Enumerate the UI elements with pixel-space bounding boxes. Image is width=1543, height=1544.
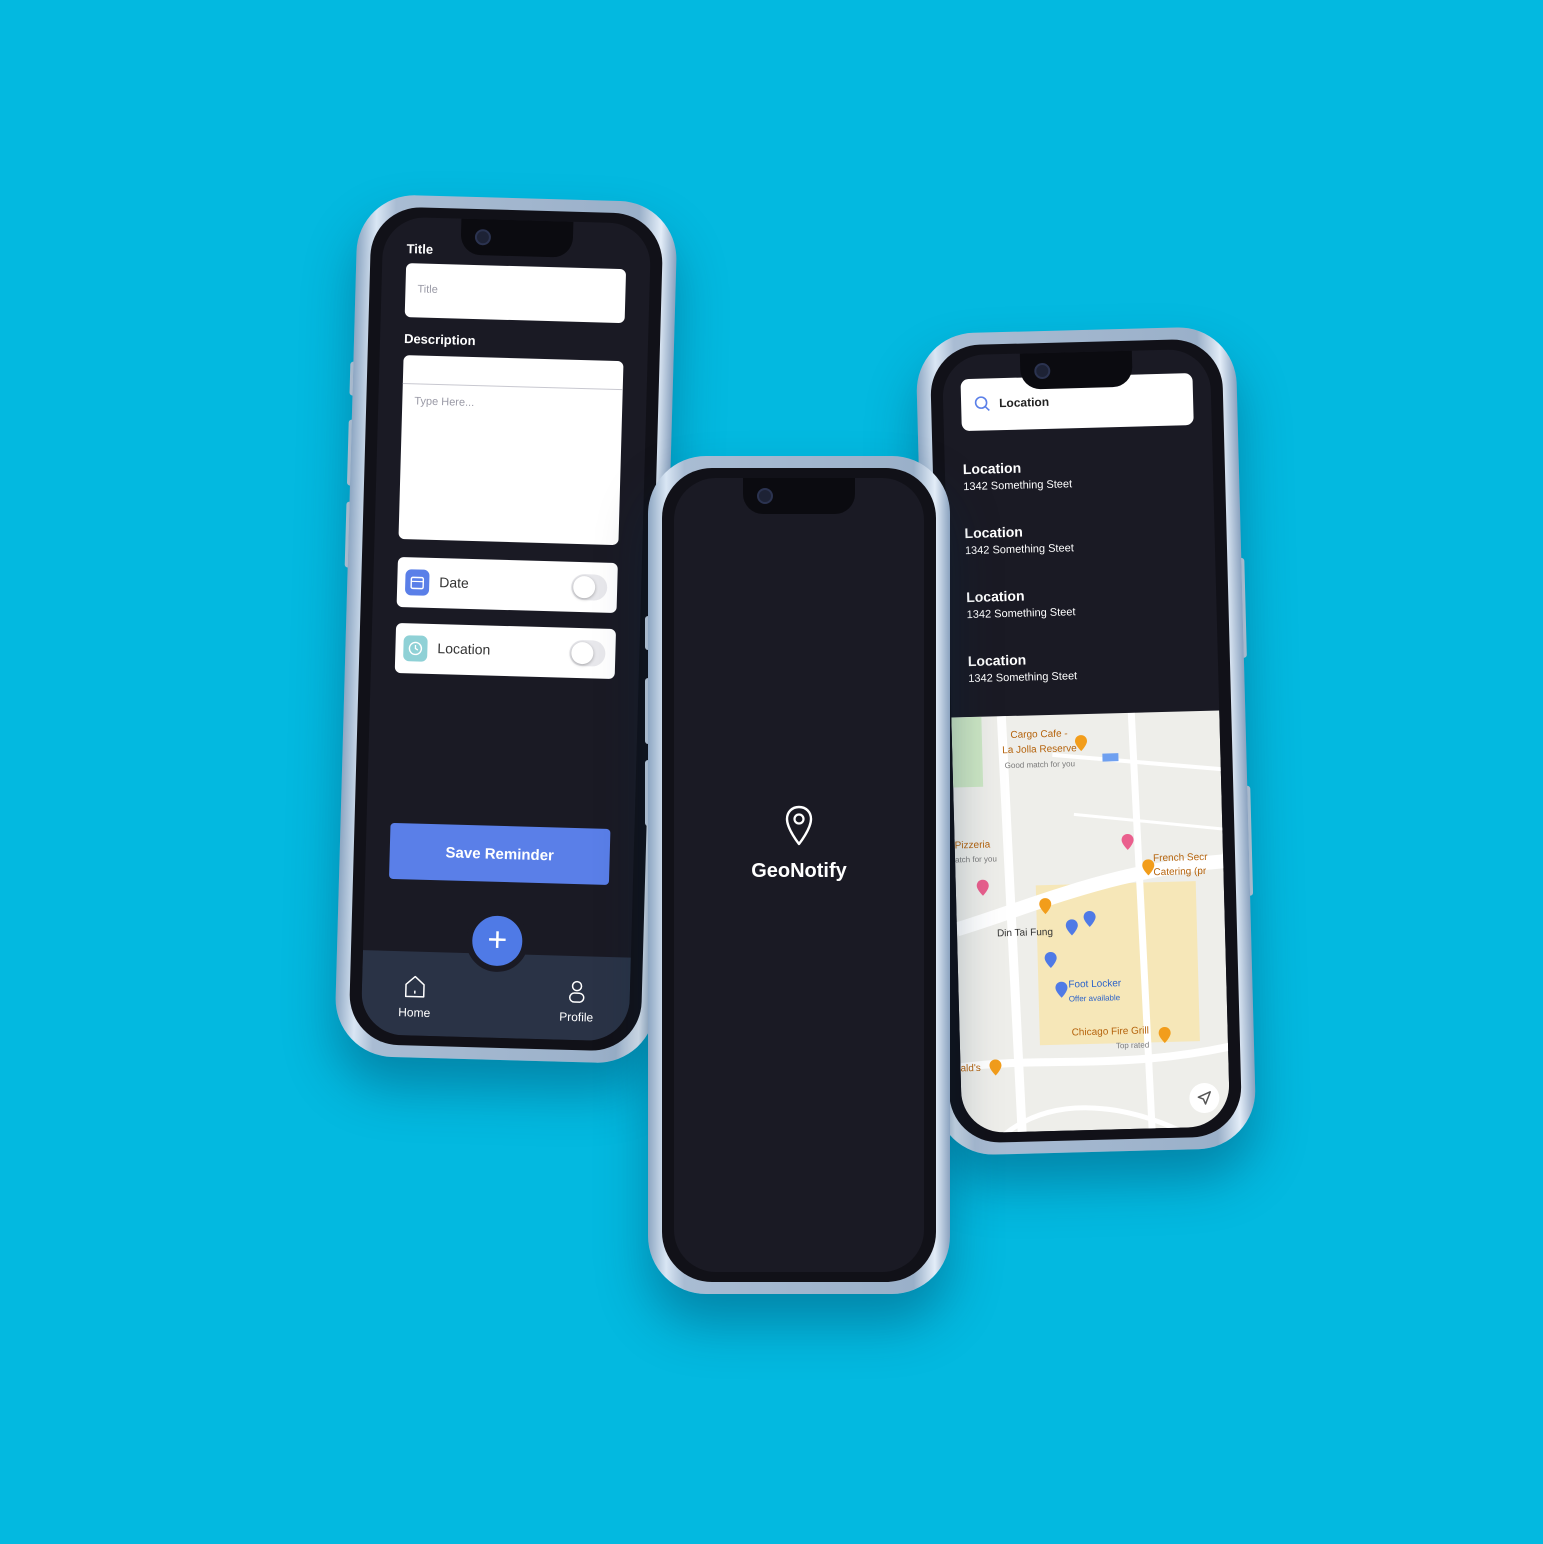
map-place-name: French Secr [1152, 851, 1208, 865]
map-marker-icon [989, 1059, 1002, 1076]
phone-splash: GeoNotify [645, 456, 950, 1294]
location-toggle-label: Location [437, 640, 491, 658]
map-place-name: Cargo Cafe - [1010, 728, 1068, 741]
switch-knob [571, 641, 594, 665]
clock-icon [403, 635, 428, 662]
phone-location-search: Location Location 1342 Something Steet L… [915, 325, 1257, 1157]
map-place-sub: Catering (pr [1153, 865, 1207, 879]
description-label: Description [403, 331, 476, 349]
map-place-label: Din Tai Fung [997, 927, 1053, 939]
save-reminder-button[interactable]: Save Reminder [388, 822, 611, 885]
map-marker-icon [1121, 833, 1134, 850]
map-marker-icon [1075, 735, 1087, 752]
location-result-address: 1342 Something Steet [963, 478, 1073, 494]
splash-screen: GeoNotify [674, 478, 924, 1272]
date-switch[interactable] [570, 573, 608, 601]
location-result-title: Location [962, 459, 1022, 478]
location-toggle-row[interactable]: Location [394, 622, 617, 680]
notch [460, 218, 574, 258]
map-place-label: Foot Locker Offer available [1068, 977, 1122, 1006]
tab-profile-label: Profile [558, 1009, 594, 1025]
map-place-label: French Secr Catering (pr [1153, 851, 1208, 880]
description-input[interactable]: Type Here... [398, 355, 624, 546]
location-result[interactable]: Location 1342 Something Steet [962, 458, 1073, 494]
plus-icon: + [486, 920, 508, 960]
map-place-label: Cargo Cafe - La Jolla Reserve Good match… [1002, 726, 1078, 773]
map-place-note: Offer available [1068, 993, 1121, 1004]
map-place-label: Pizzeria atch for you [955, 838, 998, 867]
camera [474, 228, 492, 246]
phone-reminder-form: Title Title Description Type Here... Dat… [334, 193, 678, 1065]
profile-icon [568, 980, 585, 1003]
title-input[interactable]: Title [404, 263, 627, 324]
map-place-name: Chicago Fire Grill [1071, 1025, 1150, 1039]
title-placeholder: Title [417, 283, 438, 296]
location-result-title: Location [965, 587, 1025, 606]
map-view[interactable]: Cargo Cafe - La Jolla Reserve Good match… [951, 710, 1231, 1134]
reminder-screen: Title Title Description Type Here... Dat… [360, 216, 652, 1042]
map-place-note: Top rated [1115, 1040, 1150, 1051]
location-result-address: 1342 Something Steet [966, 606, 1076, 622]
navigation-arrow-icon[interactable] [1188, 1082, 1220, 1114]
location-result[interactable]: Location 1342 Something Steet [965, 586, 1076, 622]
map-marker-icon [1039, 898, 1052, 915]
splash-logo: GeoNotify [674, 804, 924, 883]
map-place-name: Din Tai Fung [996, 926, 1054, 940]
map-marker-icon [1083, 910, 1096, 927]
map-marker-icon [1158, 1027, 1171, 1044]
map-marker-icon [976, 879, 989, 896]
map-place-label: Chicago Fire Grill Top rated [1071, 1024, 1149, 1054]
search-input-value: Location [998, 394, 1050, 411]
camera [1034, 362, 1051, 380]
description-divider [402, 383, 623, 391]
search-icon [973, 394, 992, 417]
map-place-sub: La Jolla Reserve [1002, 743, 1077, 757]
title-label: Title [406, 241, 434, 257]
calendar-icon [404, 569, 430, 596]
date-toggle-row[interactable]: Date [396, 556, 618, 614]
notch [1019, 350, 1133, 390]
camera [757, 488, 773, 504]
map-place-name: Pizzeria [954, 839, 991, 852]
map-marker-icon [1142, 859, 1155, 876]
date-toggle-label: Date [439, 574, 470, 591]
location-result[interactable]: Location 1342 Something Steet [964, 522, 1074, 558]
map-place-label: ald's [960, 1063, 981, 1075]
map-marker-icon [1055, 981, 1068, 998]
map-place-name: ald's [960, 1062, 981, 1075]
location-switch[interactable] [568, 639, 606, 667]
location-screen: Location Location 1342 Something Steet L… [941, 348, 1231, 1134]
switch-knob [572, 575, 596, 599]
map-place-name: Foot Locker [1068, 978, 1122, 991]
notch [743, 478, 855, 514]
tab-profile[interactable]: Profile [541, 977, 612, 1025]
home-icon [404, 975, 425, 998]
location-result-address: 1342 Something Steet [964, 542, 1074, 558]
map-place-note: Good match for you [1004, 759, 1076, 771]
map-place-note: atch for you [954, 854, 997, 865]
location-result[interactable]: Location 1342 Something Steet [967, 650, 1078, 686]
location-pin-icon [785, 805, 813, 846]
map-marker-icon [1065, 919, 1078, 936]
location-result-address: 1342 Something Steet [968, 670, 1078, 686]
tab-home[interactable]: Home [379, 973, 450, 1021]
tab-home-label: Home [398, 1005, 431, 1021]
map-marker-icon [1044, 952, 1057, 968]
splash-title: GeoNotify [751, 860, 847, 882]
location-result-title: Location [964, 523, 1024, 542]
location-result-title: Location [967, 651, 1027, 670]
description-placeholder: Type Here... [414, 395, 475, 410]
